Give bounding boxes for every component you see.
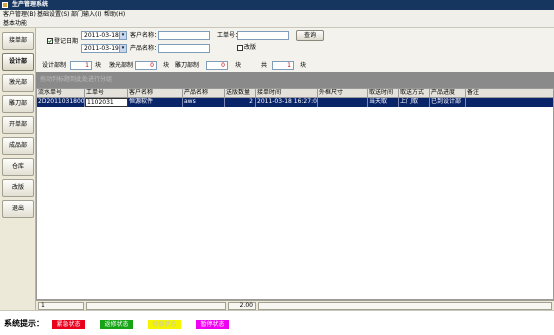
total-count-label: 共 bbox=[261, 62, 268, 69]
footer-quantity-total: 2.00 bbox=[228, 302, 256, 310]
carve-count-unit: 块 bbox=[235, 62, 242, 69]
cell-remarks[interactable] bbox=[466, 98, 553, 107]
legend-revision: 修版状态 bbox=[148, 320, 181, 329]
date-to-dropdown-icon[interactable]: ▾ bbox=[119, 44, 127, 53]
grid-footer: 1 2.00 bbox=[36, 300, 554, 310]
sidebar-item-carve-dept[interactable]: 雕刀部 bbox=[2, 95, 34, 113]
product-name-label: 产品名称： bbox=[130, 45, 161, 52]
column-header-pickup-time[interactable]: 取送时间 bbox=[368, 89, 399, 98]
design-count-unit: 块 bbox=[95, 62, 102, 69]
group-by-hint: 拖动列标题到此处进行分组 bbox=[40, 76, 113, 83]
column-header-order-no[interactable]: 工单号 bbox=[85, 89, 128, 98]
cell-quantity[interactable]: 2 bbox=[225, 98, 256, 107]
cell-order-no[interactable]: 1102031 bbox=[85, 98, 128, 107]
footer-row-count: 1 bbox=[38, 302, 84, 310]
customer-name-input[interactable] bbox=[158, 31, 210, 40]
sidebar-item-order-dept[interactable]: 接单部 bbox=[2, 32, 34, 50]
column-header-customer[interactable]: 客户名称 bbox=[128, 89, 183, 98]
sidebar-item-exit[interactable]: 退出 bbox=[2, 200, 34, 218]
date-filter-checkbox[interactable] bbox=[47, 38, 53, 44]
cell-pickup-method[interactable]: 上门取 bbox=[399, 98, 430, 107]
sidebar: 接单部 设计部 激光部 雕刀部 开单部 成品部 仓库 改版 退出 bbox=[0, 28, 36, 310]
query-button[interactable]: 查询 bbox=[296, 30, 324, 41]
function-tab-strip: 基本功能 bbox=[0, 19, 554, 28]
revision-label: 改版 bbox=[244, 44, 257, 51]
window-title: 生产管理系统 bbox=[12, 1, 49, 8]
menu-item-department-input[interactable]: 部门输入(I) bbox=[71, 11, 101, 18]
status-bar: 系统提示： 紧急状态 返修状态 修版状态 暂停状态 bbox=[0, 310, 554, 335]
legend-urgent: 紧急状态 bbox=[52, 320, 85, 329]
carve-count-value: 0 bbox=[206, 61, 228, 70]
legend-rework: 返修状态 bbox=[100, 320, 133, 329]
order-number-input[interactable] bbox=[237, 31, 289, 40]
design-count-value: 1 bbox=[70, 61, 92, 70]
column-header-order-time[interactable]: 接单时间 bbox=[256, 89, 318, 98]
column-header-progress[interactable]: 产品进度 bbox=[430, 89, 466, 98]
cell-frame-size[interactable] bbox=[318, 98, 368, 107]
column-header-product[interactable]: 产品名称 bbox=[183, 89, 225, 98]
title-bar: 生产管理系统 bbox=[0, 0, 554, 10]
total-count-value: 1 bbox=[272, 61, 294, 70]
cell-pickup-time[interactable]: 当天取 bbox=[368, 98, 399, 107]
revision-checkbox[interactable] bbox=[237, 45, 243, 51]
laser-count-value: 0 bbox=[135, 61, 157, 70]
total-count-unit: 块 bbox=[300, 62, 307, 69]
date-filter-label: 登记日期 bbox=[54, 38, 79, 45]
column-header-frame-size[interactable]: 外框尺寸 bbox=[318, 89, 368, 98]
status-title: 系统提示： bbox=[4, 319, 44, 328]
cell-product[interactable]: aws bbox=[183, 98, 225, 107]
app-icon bbox=[2, 2, 8, 8]
column-header-quantity[interactable]: 送版数量 bbox=[225, 89, 256, 98]
cell-serial[interactable]: 2D20110318001 bbox=[37, 98, 85, 107]
menu-bar: 客户管理(B) 基础设置(S) 部门输入(I) 帮助(H) bbox=[0, 10, 554, 19]
column-header-pickup-method[interactable]: 取送方式 bbox=[399, 89, 430, 98]
cell-customer[interactable]: 恒源软件 bbox=[128, 98, 183, 107]
laser-count-label: 激光部制 bbox=[109, 62, 134, 69]
checkmark-icon bbox=[48, 39, 52, 43]
date-to-field[interactable]: 2011-03-19 bbox=[81, 44, 121, 53]
cell-progress[interactable]: 已到设计部 bbox=[430, 98, 466, 107]
sidebar-item-design-dept[interactable]: 设计部 bbox=[2, 53, 34, 71]
carve-count-label: 雕刀部制 bbox=[175, 62, 200, 69]
footer-spacer bbox=[86, 302, 226, 310]
menu-item-help[interactable]: 帮助(H) bbox=[104, 11, 125, 18]
sidebar-item-warehouse[interactable]: 仓库 bbox=[2, 158, 34, 176]
date-from-dropdown-icon[interactable]: ▾ bbox=[119, 31, 127, 40]
cell-order-time[interactable]: 2011-03-18 16:27:07 bbox=[256, 98, 318, 107]
customer-name-label: 客户名称： bbox=[130, 32, 161, 39]
menu-item-customer[interactable]: 客户管理(B) bbox=[3, 11, 36, 18]
sidebar-item-laser-dept[interactable]: 激光部 bbox=[2, 74, 34, 92]
footer-remaining bbox=[258, 302, 552, 310]
laser-count-unit: 块 bbox=[163, 62, 170, 69]
basic-functions-tab[interactable]: 基本功能 bbox=[3, 20, 27, 27]
menu-item-settings[interactable]: 基础设置(S) bbox=[37, 11, 70, 18]
orders-grid: 流水单号 工单号 客户名称 产品名称 送版数量 接单时间 外框尺寸 取送时间 取… bbox=[36, 88, 554, 300]
column-header-serial[interactable]: 流水单号 bbox=[37, 89, 85, 98]
product-name-input[interactable] bbox=[158, 44, 210, 53]
design-count-label: 设计部制 bbox=[42, 62, 67, 69]
column-header-remarks[interactable]: 备注 bbox=[466, 89, 553, 98]
sidebar-item-billing-dept[interactable]: 开单部 bbox=[2, 116, 34, 134]
legend-paused: 暂停状态 bbox=[196, 320, 229, 329]
date-from-field[interactable]: 2011-03-18 bbox=[81, 31, 121, 40]
group-by-panel[interactable]: 拖动列标题到此处进行分组 bbox=[36, 72, 554, 88]
sidebar-item-revision[interactable]: 改版 bbox=[2, 179, 34, 197]
sidebar-item-finished-dept[interactable]: 成品部 bbox=[2, 137, 34, 155]
